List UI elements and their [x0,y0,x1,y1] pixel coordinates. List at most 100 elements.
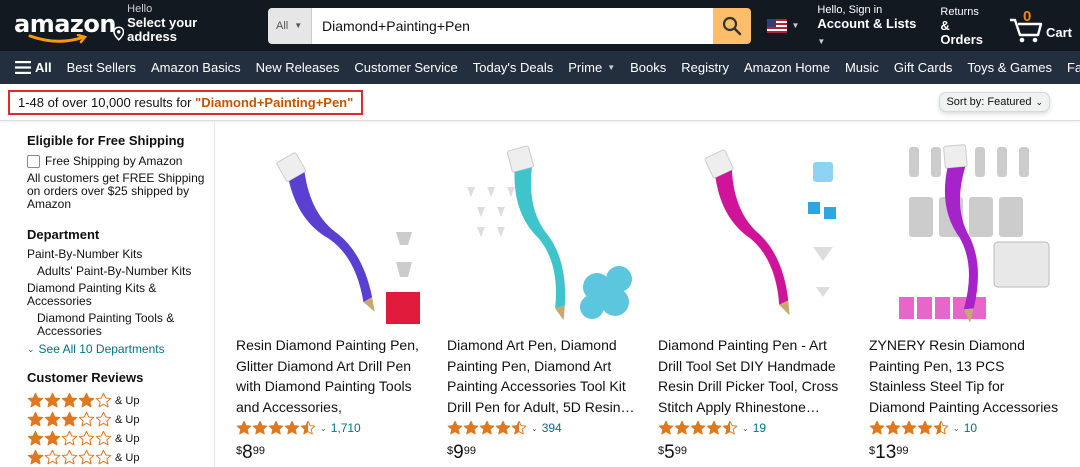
product-title[interactable]: ZYNERY Resin Diamond Painting Pen, 13 PC… [869,335,1059,417]
caret-down-icon: ▼ [791,21,800,30]
free-shipping-filter[interactable]: Free Shipping by Amazon [27,154,214,168]
deliver-to[interactable]: Hello Select your address [112,3,246,44]
deliver-address: Select your address [127,14,198,44]
star-icon [722,420,738,436]
star-icon [479,420,495,436]
nav-link-registry[interactable]: Registry [681,60,729,75]
rating-count[interactable]: 394 [542,421,562,435]
free-shipping-label: Free Shipping by Amazon [45,154,183,168]
star-rating [658,420,738,436]
caret-down-icon: ⌄ [953,423,960,433]
star-icon [901,420,917,436]
language-selector[interactable]: ▼ [767,18,800,33]
review-filter-1-stars[interactable]: & Up [27,448,214,467]
search-button[interactable] [713,7,752,44]
product-card: Resin Diamond Painting Pen, Glitter Diam… [236,121,447,467]
star-icon [78,411,95,428]
star-icon [78,392,95,409]
department-link[interactable]: Diamond Painting Tools & Accessories [27,312,207,338]
nav-link-new-releases[interactable]: New Releases [256,60,340,75]
nav-link-todays-deals[interactable]: Today's Deals [473,60,554,75]
reviews-heading: Customer Reviews [27,370,144,385]
review-filters: & Up & Up & Up & Up [27,391,214,467]
rating-count[interactable]: 10 [964,421,977,435]
nav-link-best-sellers[interactable]: Best Sellers [67,60,136,75]
review-filter-3-stars[interactable]: & Up [27,410,214,429]
product-rating[interactable]: ⌄ 19 [658,419,869,437]
star-icon [27,449,44,466]
nav-link-toys-games[interactable]: Toys & Games [967,60,1052,75]
sort-label: Sort by: [946,96,985,108]
shipping-note: All customers get FREE Shipping on order… [27,171,205,211]
nav-link-gift-cards[interactable]: Gift Cards [894,60,953,75]
star-icon [44,449,61,466]
product-rating[interactable]: ⌄ 10 [869,419,1080,437]
product-image[interactable] [658,137,848,327]
product-rating[interactable]: ⌄ 394 [447,419,658,437]
chevron-down-icon: ⌄ [1035,96,1043,107]
sub-nav: All Best Sellers Amazon Basics New Relea… [0,51,1080,84]
product-title[interactable]: Resin Diamond Painting Pen, Glitter Diam… [236,335,426,417]
search-category-select[interactable]: All ▼ [268,7,313,44]
nav-link-amazon-home[interactable]: Amazon Home [744,60,830,75]
star-icon [511,420,527,436]
review-filter-2-stars[interactable]: & Up [27,429,214,448]
results-prefix: 1-48 of over 10,000 results for [18,94,196,110]
star-rating [27,430,112,447]
product-image[interactable] [869,137,1059,327]
price-fraction: 99 [674,445,687,457]
product-image[interactable] [447,137,637,327]
product-card: ZYNERY Resin Diamond Painting Pen, 13 PC… [869,121,1080,467]
star-icon [95,430,112,447]
star-icon [78,449,95,466]
free-shipping-checkbox[interactable] [27,154,40,168]
see-all-departments-link[interactable]: ⌄ See All 10 Departments [27,342,214,356]
rating-count[interactable]: 1,710 [331,421,361,435]
department-link[interactable]: Paint-By-Number Kits [27,248,207,261]
all-menu-button[interactable]: All [15,60,52,75]
star-rating [869,420,949,436]
chevron-down-icon: ⌄ [27,343,35,354]
product-card: Diamond Art Pen, Diamond Painting Pen, D… [447,121,658,467]
search-category-label: All [276,19,289,32]
account-menu[interactable]: Hello, Sign in Account & Lists ▼ [817,3,924,49]
star-icon [27,392,44,409]
review-filter-4-stars[interactable]: & Up [27,391,214,410]
search-input[interactable] [312,7,714,44]
amazon-logo[interactable]: amazon [12,6,116,46]
star-icon [268,420,284,436]
star-icon [61,411,78,428]
star-rating [27,392,112,409]
all-menu-label: All [35,60,52,75]
sort-dropdown[interactable]: Sort by: Featured ⌄ [939,92,1050,112]
product-rating[interactable]: ⌄ 1,710 [236,419,447,437]
department-link[interactable]: Diamond Painting Kits & Accessories [27,282,207,308]
product-title[interactable]: Diamond Painting Pen - Art Drill Tool Se… [658,335,848,417]
star-icon [690,420,706,436]
department-link[interactable]: Adults' Paint-By-Number Kits [27,265,207,278]
nav-link-amazon-basics[interactable]: Amazon Basics [151,60,241,75]
price-fraction: 99 [252,445,265,457]
nav-link-books[interactable]: Books [630,60,666,75]
star-icon [95,449,112,466]
star-icon [236,420,252,436]
rating-count[interactable]: 19 [753,421,766,435]
department-heading: Department [27,227,100,242]
product-card: Diamond Painting Pen - Art Drill Tool Se… [658,121,869,467]
price-whole: 9 [453,442,464,463]
star-icon [658,420,674,436]
returns-orders-link[interactable]: Returns & Orders [940,5,994,47]
nav-link-fashion[interactable]: Fashion [1067,60,1080,75]
us-flag-icon [767,18,788,33]
nav-link-music[interactable]: Music [845,60,879,75]
results-bar: 1-48 of over 10,000 results for "Diamond… [0,84,1080,121]
product-grid: Resin Diamond Painting Pen, Glitter Diam… [215,121,1080,467]
nav-link-customer-service[interactable]: Customer Service [354,60,457,75]
nav-link-prime[interactable]: Prime ▼ [568,60,615,75]
cart-button[interactable]: 0 Cart [1008,8,1072,44]
product-image[interactable] [236,137,426,327]
deliver-greeting: Hello [127,2,153,15]
cart-label: Cart [1045,24,1072,40]
product-title[interactable]: Diamond Art Pen, Diamond Painting Pen, D… [447,335,637,417]
price-fraction: 99 [463,445,476,457]
